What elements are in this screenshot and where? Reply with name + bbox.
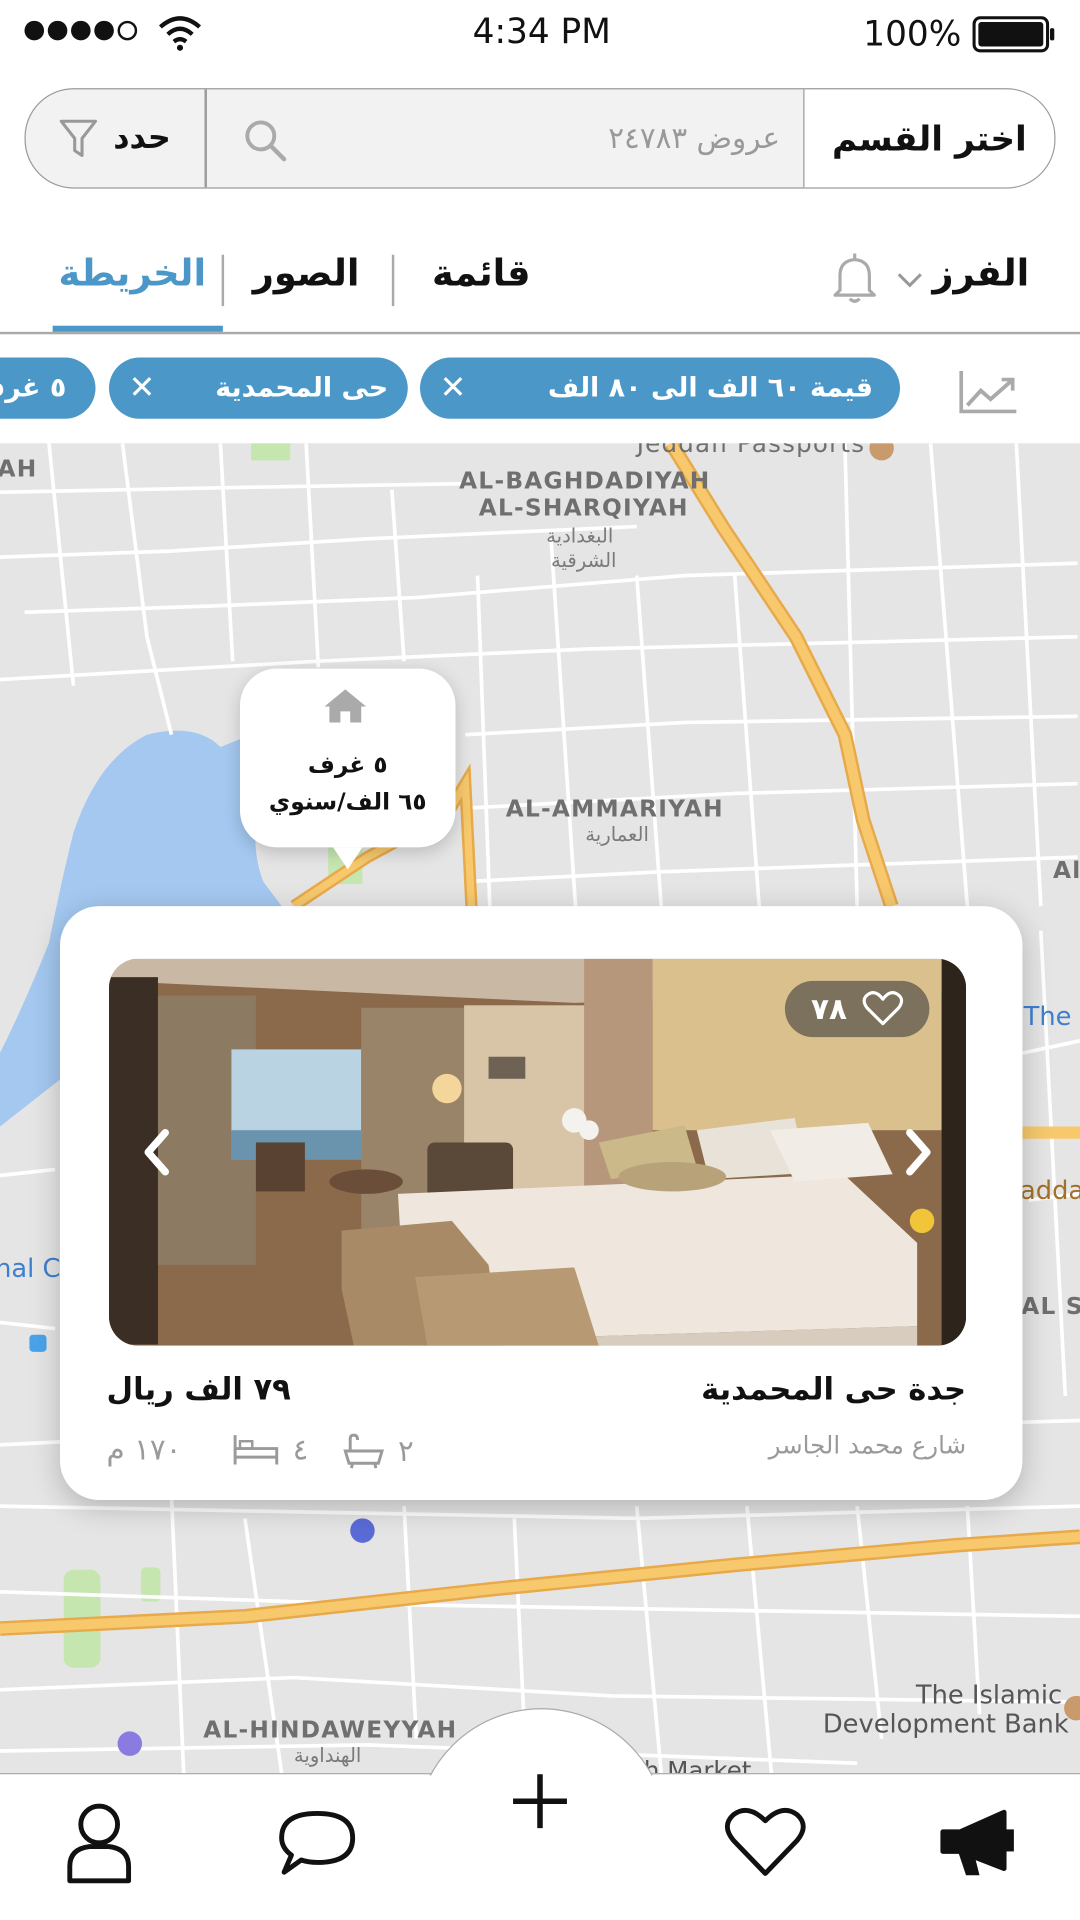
map-pin-popup[interactable]: ٥ غرف ٦٥ الف/سنوي: [240, 668, 456, 870]
bedrooms-feature: ٤: [231, 1433, 308, 1467]
area-value: ١٧٠ م: [106, 1432, 182, 1467]
chart-trend-icon[interactable]: [958, 367, 1019, 416]
battery-percent: 100%: [863, 13, 962, 54]
heart-icon: [724, 1807, 806, 1876]
map-label-bank-2: Development Bank: [822, 1709, 1069, 1739]
map-label-edge-ah: AH: [0, 455, 38, 483]
profile-icon: [67, 1803, 132, 1884]
sort-label: الفرز: [932, 251, 1030, 295]
battery-full-icon: [972, 16, 1055, 53]
home-icon: [324, 689, 367, 723]
megaphone-icon: [940, 1809, 1014, 1876]
tab-list[interactable]: قائمة: [404, 242, 558, 303]
like-count: ٧٨: [811, 991, 847, 1027]
popup-rooms: ٥ غرف: [307, 751, 388, 779]
map-label-edge-als: AL S: [1021, 1293, 1080, 1321]
status-bar: 4:34 PM 100%: [0, 0, 1080, 69]
chat-bubble-icon: [279, 1811, 356, 1875]
filter-chip-district[interactable]: حى المحمدية ✕: [108, 357, 408, 419]
map-label-baghdadiyah: AL-BAGHDADIYAH: [459, 467, 711, 495]
chevron-down-icon[interactable]: [896, 272, 923, 289]
filter-button[interactable]: حدد: [26, 89, 205, 187]
tabs-divider: [0, 331, 1080, 334]
search-bar: اختر القسم حدد: [24, 88, 1056, 189]
bathrooms-feature: ٢: [342, 1433, 414, 1470]
map-label-ammariyah: AL-AMMARIYAH: [505, 795, 724, 823]
filter-label: حدد: [113, 120, 171, 157]
listing-title: جدة حى المحمدية: [701, 1371, 967, 1407]
status-time: 4:34 PM: [472, 11, 611, 52]
listing-card[interactable]: ٧٨ جدة حى المحمدية شارع محمد الجاسر ٧٩ ا…: [60, 906, 1023, 1501]
sort-dropdown[interactable]: الفرز: [931, 242, 1031, 303]
map-label-ammariyah-ar: العمارية: [585, 822, 649, 847]
close-icon[interactable]: ✕: [129, 370, 156, 407]
plus-icon[interactable]: [509, 1771, 570, 1832]
listing-photo[interactable]: ٧٨: [108, 958, 967, 1346]
chevron-right-icon[interactable]: [900, 1128, 937, 1177]
chip-label: قيمة ٦٠ الف الى ٨٠ الف: [547, 372, 874, 404]
filter-chip-rooms[interactable]: ٥ غرف: [0, 357, 96, 419]
heart-outline-icon: [862, 991, 903, 1026]
area-feature: ١٧٠ م: [107, 1433, 182, 1467]
map-label-sharqiyah: AL-SHARQIYAH: [478, 494, 689, 522]
map-label-edge-adda: adda: [1020, 1175, 1080, 1205]
funnel-icon: [60, 119, 98, 158]
bedrooms-count: ٤: [292, 1432, 309, 1467]
map-label-edge-nal: nal C: [0, 1253, 61, 1284]
chevron-left-icon[interactable]: [138, 1128, 175, 1177]
map-label-hindaweyyah-ar: الهنداوية: [293, 1743, 362, 1767]
bathrooms-count: ٢: [397, 1433, 414, 1469]
map-label-baghdadiyah-ar: البغدادية: [546, 524, 614, 548]
popup-price: ٦٥ الف/سنوي: [268, 788, 427, 816]
tab-photos[interactable]: الصور: [233, 242, 380, 303]
section-select-button[interactable]: اختر القسم: [804, 89, 1055, 188]
map-label-edge-the: The I: [1023, 1001, 1080, 1032]
like-button[interactable]: ٧٨: [784, 980, 930, 1038]
search-icon[interactable]: [241, 116, 290, 165]
map-label-bank-1: The Islamic: [915, 1680, 1063, 1710]
search-input[interactable]: [204, 89, 805, 188]
listing-price: ٧٩ الف ريال: [106, 1371, 291, 1407]
chip-label: ٥ غرف: [0, 372, 67, 404]
nav-profile[interactable]: [51, 1795, 147, 1891]
map-label-hindaweyyah: AL-HINDAWEYYAH: [203, 1716, 458, 1744]
bell-icon[interactable]: [830, 251, 879, 305]
bathtub-icon: [343, 1433, 385, 1469]
close-icon[interactable]: ✕: [440, 370, 467, 407]
signal-dots-icon: [24, 0, 146, 69]
bed-icon: [233, 1435, 279, 1465]
map-label-edge-al: Al: [1053, 857, 1080, 885]
listing-street: شارع محمد الجاسر: [768, 1430, 967, 1460]
filter-chip-price[interactable]: قيمة ٦٠ الف الى ٨٠ الف ✕: [420, 357, 901, 419]
chip-label: حى المحمدية: [215, 372, 389, 404]
nav-favorites[interactable]: [718, 1795, 814, 1891]
map-label-passports: Jeddah Passports: [637, 443, 865, 458]
map-label-sharqiyah-ar: الشرقية: [551, 548, 617, 572]
wifi-icon: [158, 16, 202, 51]
nav-chat[interactable]: [269, 1795, 365, 1891]
nav-ads[interactable]: [931, 1795, 1027, 1891]
tab-map[interactable]: الخريطة: [54, 242, 211, 303]
